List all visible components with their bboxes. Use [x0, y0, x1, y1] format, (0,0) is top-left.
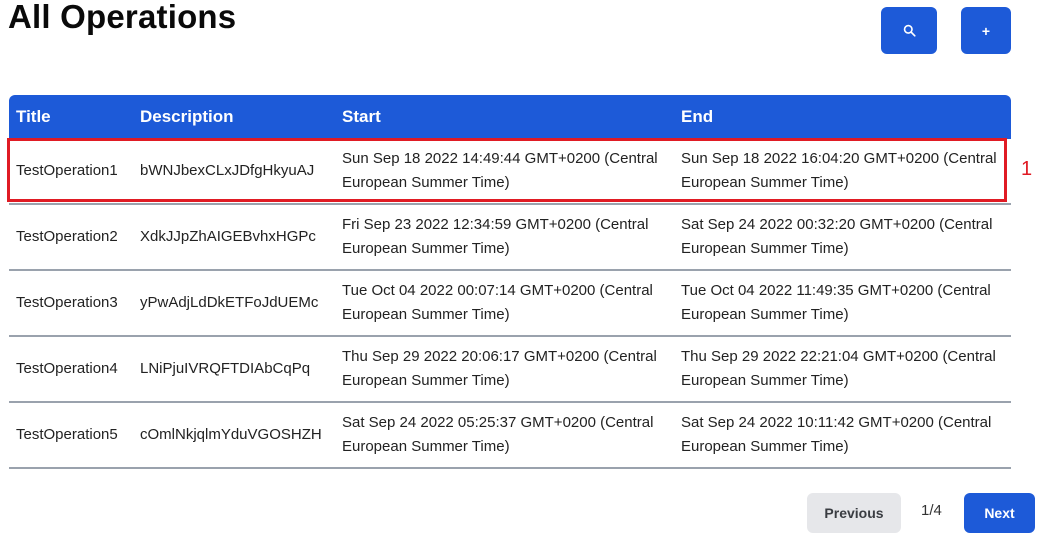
table-row[interactable]: TestOperation5 cOmlNkjqlmYduVGOSHZH Sat … — [9, 402, 1011, 469]
add-operation-button[interactable]: + — [961, 7, 1011, 54]
search-icon — [903, 24, 916, 37]
cell-description: yPwAdjLdDkETFoJdUEMc — [133, 270, 335, 337]
cell-end: Sun Sep 18 2022 16:04:20 GMT+0200 (Centr… — [674, 139, 1011, 205]
cell-start: Sat Sep 24 2022 05:25:37 GMT+0200 (Centr… — [335, 402, 674, 469]
cell-start: Thu Sep 29 2022 20:06:17 GMT+0200 (Centr… — [335, 336, 674, 403]
table-row[interactable]: TestOperation2 XdkJJpZhAIGEBvhxHGPc Fri … — [9, 204, 1011, 271]
cell-description: bWNJbexCLxJDfgHkyuAJ — [133, 139, 335, 205]
cell-title: TestOperation2 — [9, 204, 133, 271]
operations-table: Title Description Start End TestOperatio… — [9, 95, 1011, 469]
column-header-description: Description — [133, 95, 335, 139]
next-button[interactable]: Next — [964, 493, 1035, 533]
page-title: All Operations — [8, 0, 237, 35]
column-header-end: End — [674, 95, 1011, 139]
plus-icon: + — [981, 22, 991, 39]
table-header: Title Description Start End — [9, 95, 1011, 139]
cell-title: TestOperation4 — [9, 336, 133, 403]
cell-title: TestOperation3 — [9, 270, 133, 337]
cell-start: Fri Sep 23 2022 12:34:59 GMT+0200 (Centr… — [335, 204, 674, 271]
previous-button[interactable]: Previous — [807, 493, 901, 533]
table-row[interactable]: TestOperation3 yPwAdjLdDkETFoJdUEMc Tue … — [9, 270, 1011, 337]
cell-description: cOmlNkjqlmYduVGOSHZH — [133, 402, 335, 469]
table-row[interactable]: TestOperation1 bWNJbexCLxJDfgHkyuAJ Sun … — [9, 139, 1011, 205]
operations-page: All Operations + Title Description Start… — [0, 0, 1042, 541]
highlight-label: 1 — [1021, 158, 1033, 180]
cell-end: Sat Sep 24 2022 00:32:20 GMT+0200 (Centr… — [674, 204, 1011, 271]
cell-end: Tue Oct 04 2022 11:49:35 GMT+0200 (Centr… — [674, 270, 1011, 337]
cell-start: Tue Oct 04 2022 00:07:14 GMT+0200 (Centr… — [335, 270, 674, 337]
page-indicator: 1/4 — [921, 502, 942, 519]
table-row[interactable]: TestOperation4 LNiPjuIVRQFTDIAbCqPq Thu … — [9, 336, 1011, 403]
column-header-title: Title — [9, 95, 133, 139]
cell-description: XdkJJpZhAIGEBvhxHGPc — [133, 204, 335, 271]
column-header-start: Start — [335, 95, 674, 139]
cell-title: TestOperation1 — [9, 139, 133, 205]
search-button[interactable] — [881, 7, 937, 54]
cell-description: LNiPjuIVRQFTDIAbCqPq — [133, 336, 335, 403]
cell-title: TestOperation5 — [9, 402, 133, 469]
cell-end: Sat Sep 24 2022 10:11:42 GMT+0200 (Centr… — [674, 402, 1011, 469]
cell-start: Sun Sep 18 2022 14:49:44 GMT+0200 (Centr… — [335, 139, 674, 205]
cell-end: Thu Sep 29 2022 22:21:04 GMT+0200 (Centr… — [674, 336, 1011, 403]
